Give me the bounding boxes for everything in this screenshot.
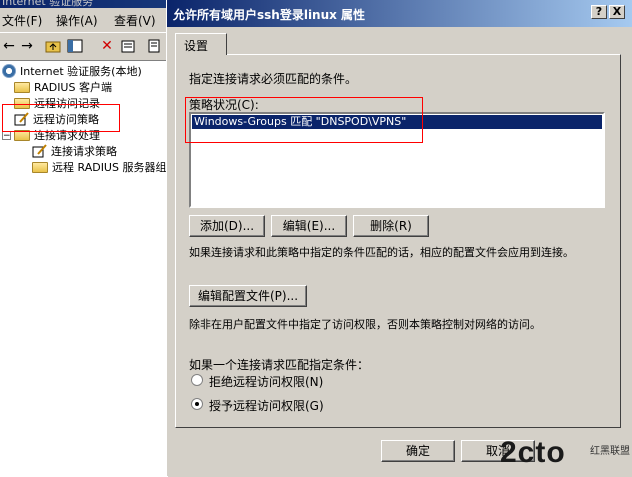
menu-view[interactable]: 查看(V) xyxy=(114,12,156,29)
dialog-title: 允许所有域用户ssh登录linux 属性 xyxy=(173,8,366,22)
profile-description: 除非在用户配置文件中指定了访问权限，否则本策略控制对网络的访问。 xyxy=(189,318,541,331)
remove-button[interactable]: 删除(R) xyxy=(353,215,429,237)
watermark-text: 2cto xyxy=(500,436,566,469)
bg-window-title: Internet 验证服务 xyxy=(2,0,94,8)
edit-button[interactable]: 编辑(E)... xyxy=(271,215,347,237)
tree-item-connection-request-policies[interactable]: 连接请求策略 xyxy=(32,143,117,159)
close-button[interactable]: X xyxy=(609,5,625,19)
highlight-annotation xyxy=(185,97,423,143)
grant-radio[interactable] xyxy=(191,398,203,410)
forward-arrow-icon[interactable]: → xyxy=(18,37,36,55)
tree-item-label: 远程 RADIUS 服务器组 xyxy=(52,161,167,174)
intro-text: 指定连接请求必须匹配的条件。 xyxy=(189,72,358,86)
edit-profile-button[interactable]: 编辑配置文件(P)... xyxy=(189,285,307,307)
ias-icon xyxy=(2,64,16,78)
deny-radio[interactable] xyxy=(191,374,203,386)
export-icon[interactable] xyxy=(146,37,164,55)
bg-menubar: 文件(F) 操作(A) 查看(V) xyxy=(0,8,170,32)
tree-item-label: RADIUS 客户端 xyxy=(34,81,112,94)
watermark-logo: 2cto 红黑联盟 xyxy=(448,426,632,476)
match-description: 如果连接请求和此策略中指定的条件匹配的话，相应的配置文件会应用到连接。 xyxy=(189,246,574,259)
add-button[interactable]: 添加(D)... xyxy=(189,215,265,237)
up-folder-icon[interactable] xyxy=(44,37,62,55)
grant-radio-label[interactable]: 授予远程访问权限(G) xyxy=(209,397,324,414)
dialog-titlebar[interactable]: 允许所有域用户ssh登录linux 属性 ? X xyxy=(167,0,632,27)
policy-icon xyxy=(32,144,47,158)
bg-toolbar: ← → ✕ xyxy=(0,32,170,61)
properties-icon[interactable] xyxy=(120,37,138,55)
deny-radio-label[interactable]: 拒绝远程访问权限(N) xyxy=(209,373,323,390)
properties-dialog: 允许所有域用户ssh登录linux 属性 ? X 设置 指定连接请求必须匹配的条… xyxy=(166,0,632,476)
tree-item-ias-root[interactable]: Internet 验证服务(本地) xyxy=(2,63,142,79)
folder-icon xyxy=(14,81,30,93)
help-button[interactable]: ? xyxy=(591,5,607,19)
tree-item-label: Internet 验证服务(本地) xyxy=(20,65,142,78)
delete-icon[interactable]: ✕ xyxy=(98,37,116,55)
back-arrow-icon[interactable]: ← xyxy=(0,37,18,55)
tab-settings[interactable]: 设置 xyxy=(175,33,227,55)
tree-item-label: 连接请求策略 xyxy=(51,145,117,158)
menu-file[interactable]: 文件(F) xyxy=(2,12,42,29)
highlight-annotation xyxy=(2,104,120,132)
tree-item-remote-radius-server-groups[interactable]: 远程 RADIUS 服务器组 xyxy=(32,159,166,175)
folder-icon xyxy=(32,161,48,173)
menu-action[interactable]: 操作(A) xyxy=(56,12,98,29)
show-tree-icon[interactable] xyxy=(66,37,84,55)
match-question: 如果一个连接请求匹配指定条件： xyxy=(189,358,370,372)
watermark-subtext: 红黑联盟 xyxy=(590,446,630,457)
ok-button[interactable]: 确定 xyxy=(381,440,455,462)
tree-item-radius-clients[interactable]: RADIUS 客户端 xyxy=(14,79,112,95)
